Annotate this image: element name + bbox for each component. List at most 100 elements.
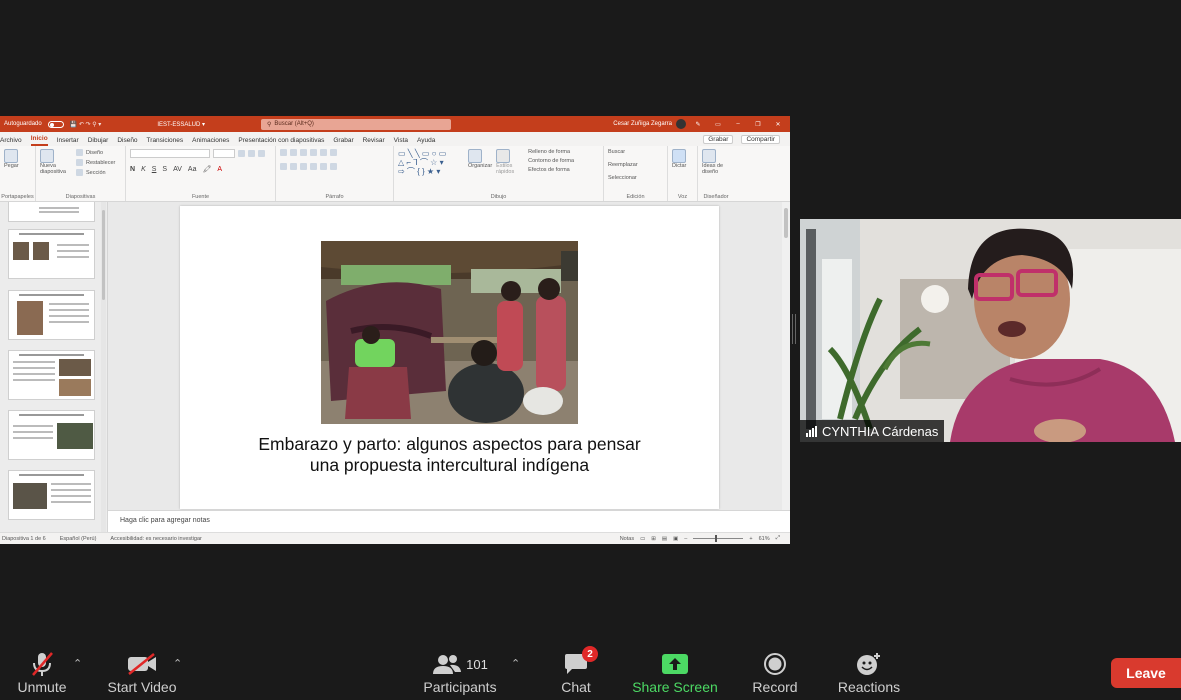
language-status[interactable]: Español (Perú): [60, 536, 97, 542]
quick-styles-icon[interactable]: [496, 149, 511, 163]
current-slide[interactable]: Embarazo y parto: algunos aspectos para …: [180, 206, 719, 509]
reactions-button[interactable]: Reactions: [834, 646, 904, 696]
chat-button[interactable]: 2 Chat: [552, 646, 600, 696]
case-icon[interactable]: Aa: [188, 166, 197, 173]
spacing-icon[interactable]: AV: [173, 166, 182, 173]
zoom-slider[interactable]: [693, 535, 744, 542]
notes-toggle[interactable]: Notas: [620, 536, 634, 542]
participants-chevron-icon[interactable]: ⌃: [511, 657, 520, 670]
smartart-icon[interactable]: [330, 163, 337, 170]
tab-dibujar[interactable]: Dibujar: [88, 137, 109, 146]
fit-icon[interactable]: ⤢: [776, 535, 780, 542]
zoom-in-icon[interactable]: +: [749, 536, 752, 542]
reemplazar-label[interactable]: Reemplazar: [608, 162, 638, 168]
participant-video[interactable]: CYNTHIA Cárdenas: [800, 219, 1181, 442]
slideshow-icon[interactable]: ▣: [673, 536, 678, 542]
slide-thumbnail[interactable]: [8, 350, 95, 400]
minimize-icon[interactable]: –: [730, 121, 746, 127]
record-button[interactable]: Record: [748, 646, 802, 696]
ribbon-options-icon[interactable]: ▭: [710, 121, 726, 128]
zoom-out-icon[interactable]: –: [684, 536, 687, 542]
tab-inicio[interactable]: Inicio: [30, 135, 48, 146]
sorter-view-icon[interactable]: ⊞: [651, 536, 656, 542]
font-color-icon[interactable]: A: [217, 166, 222, 173]
autosave-toggle[interactable]: [47, 120, 64, 128]
compartir-button[interactable]: Compartir: [741, 135, 780, 144]
shrink-font-icon[interactable]: [248, 150, 255, 157]
share-screen-button[interactable]: Share Screen: [628, 646, 722, 696]
paste-icon[interactable]: [4, 149, 18, 163]
seleccionar-label[interactable]: Seleccionar: [608, 175, 637, 181]
tab-ayuda[interactable]: Ayuda: [417, 137, 435, 146]
tab-diseno[interactable]: Diseño: [117, 137, 137, 146]
slide-thumbnail[interactable]: [8, 290, 95, 340]
participants-label: Participants: [423, 679, 497, 695]
audio-options-chevron-icon[interactable]: ⌃: [73, 657, 82, 670]
restore-icon[interactable]: ❐: [750, 121, 766, 128]
efectos-label[interactable]: Efectos de forma: [528, 167, 570, 173]
tab-archivo[interactable]: Archivo: [0, 137, 22, 146]
accessibility-status[interactable]: Accesibilidad: es necesario investigar: [110, 536, 201, 542]
video-options-chevron-icon[interactable]: ⌃: [173, 657, 182, 670]
diseno-label[interactable]: Diseño: [86, 150, 103, 156]
start-video-button[interactable]: Start Video: [104, 646, 180, 696]
design-ideas-icon[interactable]: [702, 149, 716, 163]
strike-icon[interactable]: S: [162, 166, 167, 173]
slide-thumbnail[interactable]: [8, 202, 95, 222]
seccion-label[interactable]: Sección: [86, 170, 106, 176]
bold-icon[interactable]: N: [130, 166, 135, 173]
restablecer-label[interactable]: Restablecer: [86, 160, 115, 166]
quick-access-icons[interactable]: 💾 ↶ ↷ ⚲ ▾: [70, 121, 102, 128]
numbering-icon[interactable]: [290, 149, 297, 156]
highlight-icon[interactable]: 🖍: [202, 165, 211, 173]
tab-animaciones[interactable]: Animaciones: [192, 137, 229, 146]
slide-thumbnail[interactable]: [8, 229, 95, 279]
split-view-handle[interactable]: [792, 314, 796, 344]
font-name-box[interactable]: [130, 149, 210, 158]
align-center-icon[interactable]: [290, 163, 297, 170]
reading-view-icon[interactable]: ▤: [662, 536, 667, 542]
tab-presentacion[interactable]: Presentación con diapositivas: [238, 137, 324, 146]
buscar-label[interactable]: Buscar: [608, 149, 625, 155]
align-left-icon[interactable]: [280, 163, 287, 170]
italic-icon[interactable]: K: [141, 166, 146, 173]
ppt-search-box[interactable]: ⚲ Buscar (Alt+Q): [261, 118, 452, 130]
relleno-label[interactable]: Relleno de forma: [528, 149, 570, 155]
text-direction-icon[interactable]: [330, 149, 337, 156]
slide-thumbnails[interactable]: [0, 202, 108, 532]
participants-button[interactable]: 101 Participants: [418, 646, 502, 696]
bullets-icon[interactable]: [280, 149, 287, 156]
slide-thumbnail[interactable]: [8, 410, 95, 460]
justify-icon[interactable]: [310, 163, 317, 170]
normal-view-icon[interactable]: ▭: [640, 536, 645, 542]
font-size-box[interactable]: [213, 149, 235, 158]
editor-scrollbar[interactable]: [782, 202, 790, 510]
tab-vista[interactable]: Vista: [394, 137, 408, 146]
underline-icon[interactable]: S: [152, 166, 157, 173]
unmute-button[interactable]: Unmute: [12, 646, 72, 696]
thumbnails-scrollbar[interactable]: [101, 202, 106, 532]
tab-transiciones[interactable]: Transiciones: [147, 137, 184, 146]
clear-format-icon[interactable]: [258, 150, 265, 157]
increase-indent-icon[interactable]: [310, 149, 317, 156]
dictate-icon[interactable]: [672, 149, 686, 163]
new-slide-icon[interactable]: [40, 149, 54, 163]
tab-insertar[interactable]: Insertar: [57, 137, 79, 146]
notes-pane[interactable]: Haga clic para agregar notas: [108, 510, 790, 532]
arrange-icon[interactable]: [468, 149, 482, 163]
slide-title[interactable]: Embarazo y parto: algunos aspectos para …: [180, 434, 719, 476]
tab-grabar[interactable]: Grabar: [333, 137, 353, 146]
slide-thumbnail[interactable]: [8, 470, 95, 520]
columns-icon[interactable]: [320, 163, 327, 170]
decrease-indent-icon[interactable]: [300, 149, 307, 156]
grabar-button[interactable]: Grabar: [703, 135, 734, 144]
tab-revisar[interactable]: Revisar: [363, 137, 385, 146]
slide-photo[interactable]: [321, 241, 578, 424]
align-right-icon[interactable]: [300, 163, 307, 170]
close-icon[interactable]: ✕: [770, 121, 786, 128]
grow-font-icon[interactable]: [238, 150, 245, 157]
line-spacing-icon[interactable]: [320, 149, 327, 156]
pen-icon[interactable]: ✎: [690, 121, 706, 128]
leave-button[interactable]: Leave: [1111, 658, 1181, 688]
contorno-label[interactable]: Contorno de forma: [528, 158, 574, 164]
